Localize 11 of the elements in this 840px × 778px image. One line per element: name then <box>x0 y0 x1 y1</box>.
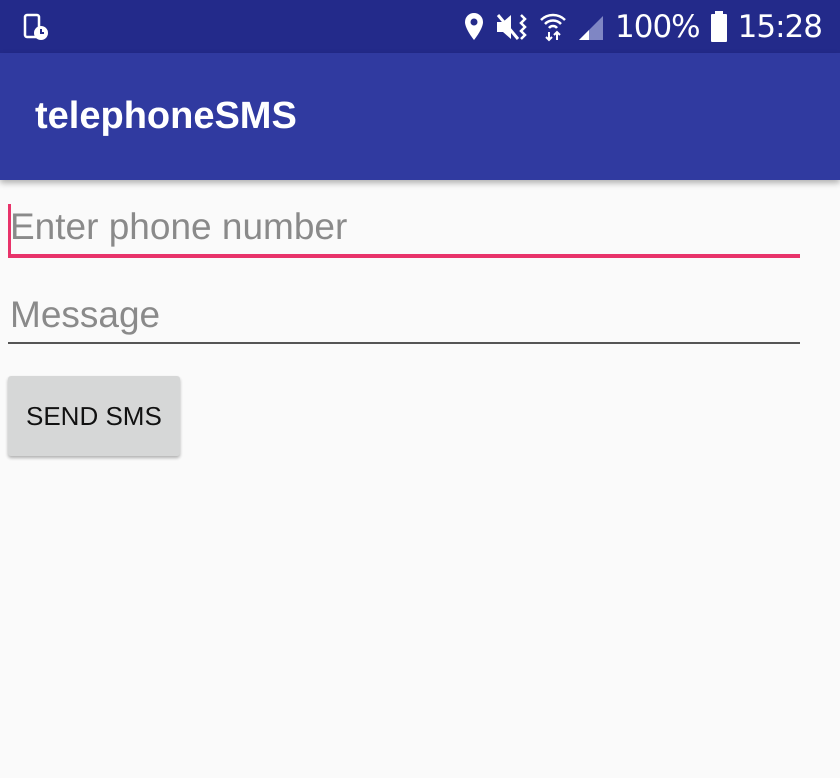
vibrate-mute-icon <box>495 12 530 42</box>
send-sms-button[interactable]: SEND SMS <box>8 376 180 456</box>
battery-percent: 100% <box>615 8 700 44</box>
input-field[interactable]: Enter phone number <box>8 202 800 258</box>
wifi-icon <box>539 12 568 42</box>
app-title: telephoneSMS <box>35 95 297 138</box>
battery-icon <box>710 10 728 42</box>
input-field[interactable]: Message <box>8 290 800 344</box>
clock-time: 15:28 <box>738 8 822 44</box>
location-icon <box>463 12 486 42</box>
tablet-clock-icon <box>22 12 50 40</box>
